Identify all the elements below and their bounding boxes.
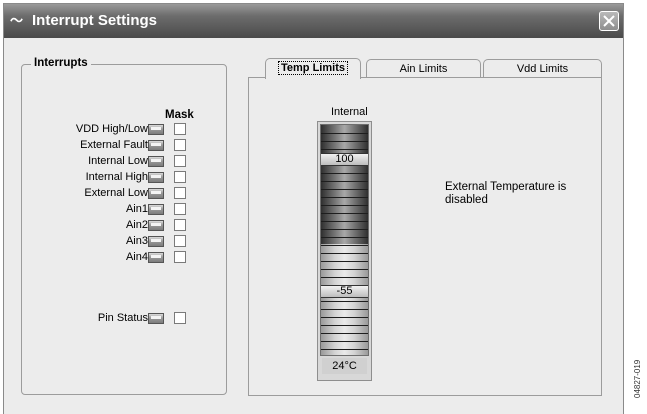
interrupt-row: VDD High/Low: [20, 121, 200, 137]
tab-vdd-limits[interactable]: Vdd Limits: [483, 59, 602, 79]
interrupt-row: External Fault: [20, 137, 200, 153]
interrupt-label: VDD High/Low: [75, 123, 148, 135]
mask-checkbox[interactable]: [174, 187, 186, 199]
interrupt-label: Ain2: [125, 219, 148, 231]
mask-checkbox[interactable]: [174, 312, 186, 324]
current-temperature: 24°C: [322, 358, 367, 374]
thermometer-tick: [321, 269, 368, 270]
thermometer-tick: [321, 189, 368, 190]
internal-thermometer: 100 -55 24°C: [317, 121, 372, 381]
interrupt-label: Ain3: [125, 235, 148, 247]
thermometer-tick: [321, 333, 368, 334]
tab-label: Temp Limits: [278, 61, 348, 75]
status-led: [148, 252, 164, 263]
figure-id: 04827-019: [633, 359, 642, 398]
internal-label: Internal: [331, 106, 368, 118]
thermometer-tick: [321, 237, 368, 238]
status-led: [148, 220, 164, 231]
mask-checkbox[interactable]: [174, 155, 186, 167]
mask-checkbox[interactable]: [174, 219, 186, 231]
mask-header: Mask: [165, 109, 194, 121]
thermometer-tick: [321, 309, 368, 310]
title-bar[interactable]: 〜 Interrupt Settings: [4, 4, 623, 38]
interrupt-row: Ain1: [20, 201, 200, 217]
status-led: [148, 172, 164, 183]
window-title: Interrupt Settings: [32, 12, 158, 29]
tab-label: Ain Limits: [399, 63, 448, 75]
thermometer-tick: [321, 317, 368, 318]
external-temp-message: External Temperature is disabled: [445, 181, 567, 206]
thermometer-tick: [321, 149, 368, 150]
thermometer-scale: 100 -55: [320, 124, 369, 356]
status-led: [148, 236, 164, 247]
interrupt-row: External Low: [20, 185, 200, 201]
status-led: [148, 124, 164, 135]
interrupt-row: Ain2: [20, 217, 200, 233]
app-icon: 〜: [10, 13, 24, 28]
tab-ain-limits[interactable]: Ain Limits: [366, 59, 481, 79]
mask-checkbox[interactable]: [174, 251, 186, 263]
temp-limits-panel: [248, 77, 602, 396]
status-led: [148, 204, 164, 215]
status-led: [148, 313, 164, 324]
thermometer-tick: [321, 229, 368, 230]
thermometer-upper-range: [321, 125, 368, 244]
thermometer-tick: [321, 349, 368, 350]
high-limit-slider[interactable]: 100: [321, 153, 368, 166]
thermometer-tick: [321, 325, 368, 326]
interrupt-label: Ain4: [125, 251, 148, 263]
thermometer-tick: [321, 173, 368, 174]
status-led: [148, 188, 164, 199]
tab-temp-limits[interactable]: Temp Limits: [265, 58, 361, 79]
thermometer-tick: [321, 133, 368, 134]
thermometer-tick: [321, 213, 368, 214]
mask-checkbox[interactable]: [174, 123, 186, 135]
thermometer-tick: [321, 205, 368, 206]
interrupt-row: Ain3: [20, 233, 200, 249]
thermometer-tick: [321, 181, 368, 182]
thermometer-tick: [321, 245, 368, 246]
thermometer-tick: [321, 253, 368, 254]
interrupt-label: Internal Low: [88, 155, 148, 167]
pin-status-row: Pin Status: [20, 310, 200, 326]
mask-checkbox[interactable]: [174, 235, 186, 247]
thermometer-tick: [321, 277, 368, 278]
interrupt-label: Internal High: [85, 171, 148, 183]
mask-checkbox[interactable]: [174, 171, 186, 183]
thermometer-tick: [321, 341, 368, 342]
status-led: [148, 156, 164, 167]
low-limit-slider[interactable]: -55: [321, 285, 368, 298]
thermometer-tick: [321, 221, 368, 222]
thermometer-tick: [321, 197, 368, 198]
interrupt-label: External Fault: [80, 139, 148, 151]
status-led: [148, 140, 164, 151]
thermometer-tick: [321, 301, 368, 302]
interrupt-row: Internal Low: [20, 153, 200, 169]
close-button[interactable]: [599, 11, 619, 31]
interrupt-row: Internal High: [20, 169, 200, 185]
pin-status-label: Pin Status: [97, 312, 148, 324]
mask-checkbox[interactable]: [174, 139, 186, 151]
interrupts-legend: Interrupts: [31, 57, 91, 69]
tab-label: Vdd Limits: [516, 63, 569, 75]
interrupt-label: Ain1: [125, 203, 148, 215]
thermometer-tick: [321, 141, 368, 142]
mask-checkbox[interactable]: [174, 203, 186, 215]
interrupt-label: External Low: [84, 187, 148, 199]
interrupt-row: Ain4: [20, 249, 200, 265]
close-icon: [603, 15, 615, 27]
thermometer-tick: [321, 261, 368, 262]
